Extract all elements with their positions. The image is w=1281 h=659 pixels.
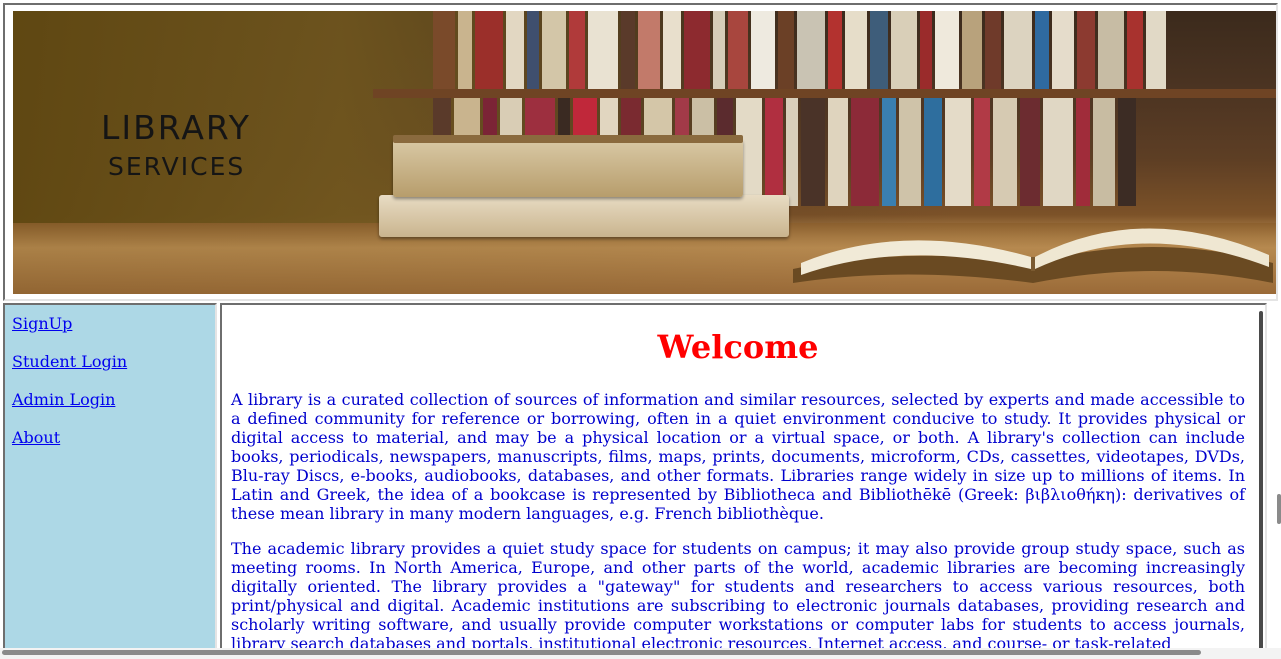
horizontal-scrollbar[interactable]: [2, 650, 1201, 655]
main-content: Welcome A library is a curated collectio…: [231, 305, 1245, 653]
sidebar-nav: SignUp Student Login Admin Login About: [3, 303, 217, 659]
nav-link-student-login[interactable]: Student Login: [12, 352, 127, 371]
page-vertical-scrollbar[interactable]: [1277, 494, 1281, 524]
banner-frame: LIBRARY SERVICES: [3, 3, 1278, 301]
library-banner-image: LIBRARY SERVICES: [13, 11, 1276, 294]
banner-title-services: SERVICES: [108, 152, 246, 181]
nav-link-about[interactable]: About: [12, 428, 60, 447]
nav-link-signup[interactable]: SignUp: [12, 314, 72, 333]
main-content-frame: Welcome A library is a curated collectio…: [220, 303, 1267, 659]
nav-link-admin-login[interactable]: Admin Login: [12, 390, 115, 409]
paragraph-library-definition: A library is a curated collection of sou…: [231, 390, 1245, 523]
vertical-scrollbar[interactable]: [1259, 311, 1263, 655]
banner-title-library: LIBRARY: [101, 108, 251, 147]
book-stack: [379, 195, 789, 237]
page-title: Welcome: [657, 328, 819, 366]
paragraph-academic-library: The academic library provides a quiet st…: [231, 539, 1245, 653]
open-book-icon: [793, 228, 1273, 283]
